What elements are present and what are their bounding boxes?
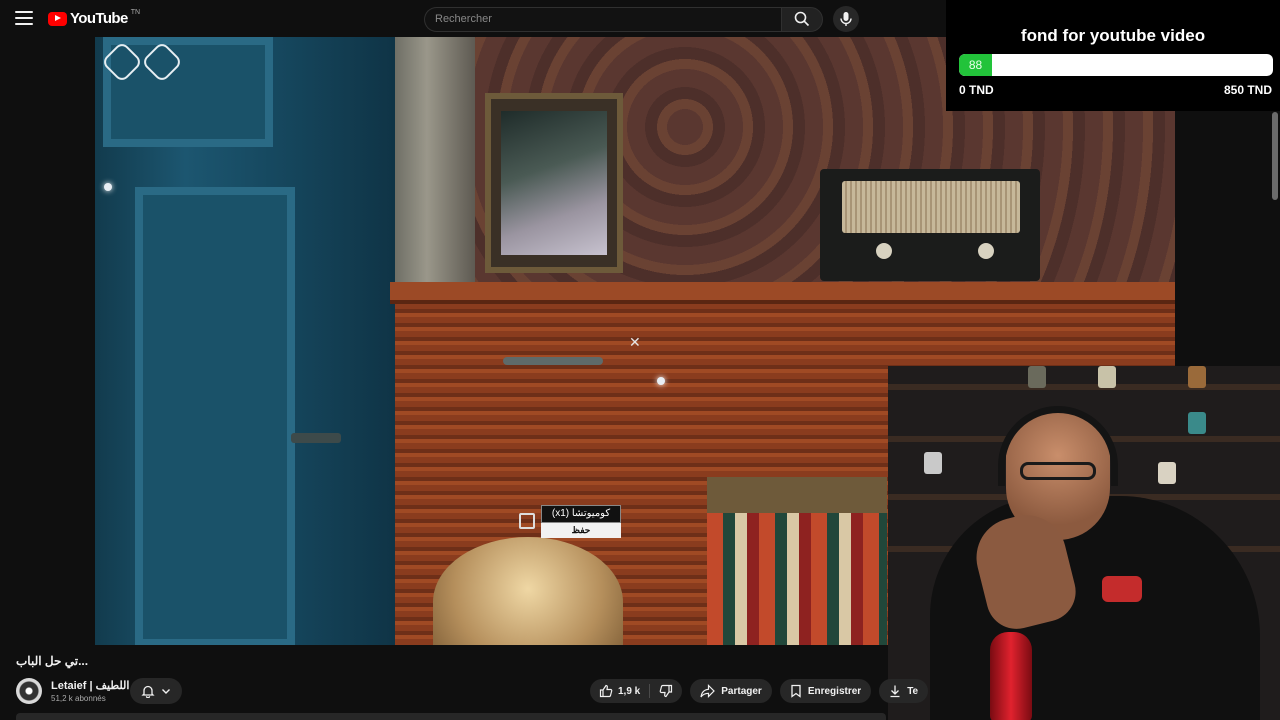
- shelf-item: [1188, 366, 1206, 388]
- door-handle: [291, 433, 341, 443]
- thumbs-up-icon: [599, 684, 613, 698]
- thumbs-down-icon: [659, 684, 673, 698]
- subscriber-count: 51,2 k abonnés: [51, 694, 106, 703]
- light-dot: [104, 183, 112, 191]
- scrollbar[interactable]: [1272, 112, 1278, 200]
- game-action-label: حفظ: [541, 523, 621, 538]
- like-dislike-group: 1,9 k: [590, 679, 683, 703]
- youtube-logo[interactable]: YouTube TN: [48, 9, 141, 27]
- share-icon: [700, 684, 716, 698]
- share-label: Partager: [721, 685, 762, 697]
- shelf-item: [1098, 366, 1116, 388]
- description-box[interactable]: [16, 713, 886, 720]
- notifications-button[interactable]: [130, 678, 182, 704]
- glasses: [1020, 462, 1096, 480]
- donation-progress-track: [959, 54, 1273, 76]
- like-count: 1,9 k: [618, 685, 641, 697]
- shelf-item: [924, 452, 942, 474]
- save-button[interactable]: Enregistrer: [779, 679, 872, 703]
- logo-region: TN: [130, 9, 141, 16]
- donation-progress-value: 88: [968, 58, 983, 72]
- webcam-overlay: [888, 366, 1280, 720]
- chevron-down-icon: [162, 689, 170, 694]
- menu-icon[interactable]: [14, 9, 34, 27]
- light-dot: [657, 377, 665, 385]
- download-icon: [890, 685, 900, 698]
- dislike-button[interactable]: [650, 679, 682, 703]
- bookmark-icon: [791, 684, 801, 698]
- floppy-disk-icon: [519, 513, 535, 529]
- search-icon: [794, 11, 810, 27]
- channel-info: Letaief | اللطيف 51,2 k abonnés: [51, 679, 129, 703]
- shirt-logo: [1102, 576, 1142, 602]
- youtube-play-icon: [48, 11, 67, 26]
- drawer-handle: [503, 357, 603, 365]
- channel-name[interactable]: Letaief | اللطيف: [51, 679, 129, 692]
- shelf: [888, 384, 1280, 390]
- download-label: Te: [907, 685, 919, 697]
- game-item-tooltip: كوميوتشا (x1): [541, 505, 621, 523]
- save-label: Enregistrer: [807, 685, 862, 697]
- shelf-item: [1158, 462, 1176, 484]
- shelf-item: [1188, 412, 1206, 434]
- books-top: [707, 477, 887, 513]
- diamond-icon: [100, 40, 144, 84]
- microphone: [990, 632, 1032, 720]
- share-button[interactable]: Partager: [690, 679, 772, 703]
- vintage-radio: [820, 169, 1040, 281]
- microphone-icon: [840, 12, 852, 26]
- page: YouTube TN Rechercher ✕ كوميوتشا (x1) حف…: [0, 0, 1280, 720]
- diamond-icon: [140, 40, 184, 84]
- crosshair-icon: ✕: [629, 334, 641, 350]
- donation-goal-overlay: fond for youtube video 88 0 TND 850 TND: [946, 0, 1280, 111]
- bell-icon: [141, 685, 155, 698]
- donation-min-label: 0 TND: [959, 83, 994, 97]
- person-body: [930, 496, 1260, 720]
- like-button[interactable]: 1,9 k: [590, 679, 649, 703]
- voice-search-button[interactable]: [833, 6, 859, 32]
- game-controls: [100, 40, 184, 84]
- logo-text: YouTube: [70, 10, 128, 27]
- picture-frame: [485, 93, 623, 273]
- dresser-top: [390, 282, 1175, 304]
- video-title: ...تي حل الباب: [16, 654, 89, 668]
- shelf-item: [1028, 366, 1046, 388]
- door-panel: [135, 187, 295, 645]
- channel-row: Letaief | اللطيف 51,2 k abonnés: [16, 678, 129, 704]
- download-button[interactable]: Te: [879, 679, 929, 703]
- search-input[interactable]: [424, 6, 781, 32]
- donation-title: fond for youtube video: [1020, 26, 1206, 45]
- search-bar: [424, 6, 859, 32]
- scene-door: [95, 37, 395, 645]
- action-bar: 1,9 k Partager Enregistrer Te: [590, 679, 929, 703]
- channel-avatar[interactable]: [16, 678, 42, 704]
- donation-max-label: 850 TND: [1223, 83, 1272, 97]
- search-button[interactable]: [781, 6, 823, 32]
